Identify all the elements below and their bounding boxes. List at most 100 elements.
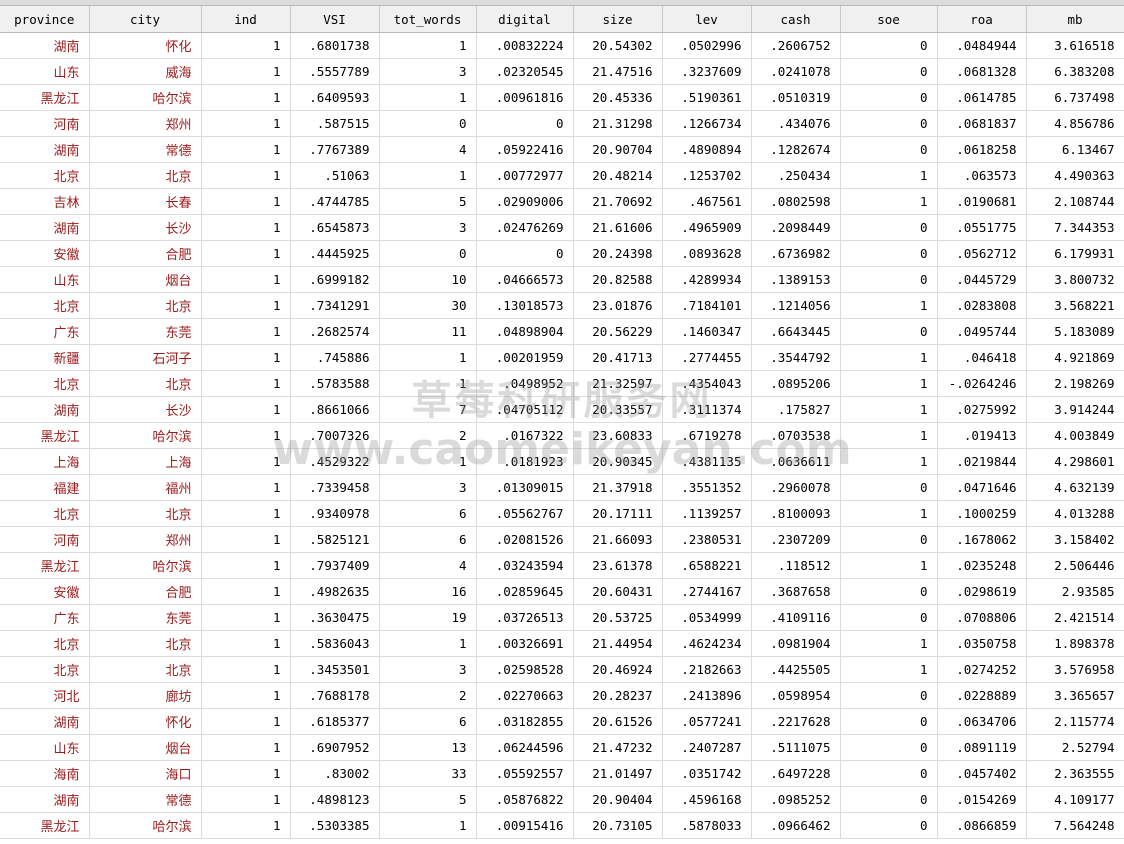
cell-lev[interactable]: .0534999 [662,604,752,631]
cell-cash[interactable]: .1389153 [751,266,841,293]
cell-tot_words[interactable]: 5 [379,188,477,215]
cell-mb[interactable]: 4.490363 [1026,162,1124,189]
cell-mb[interactable]: 6.383208 [1026,58,1124,85]
cell-province[interactable]: 新疆 [0,344,90,371]
cell-ind[interactable]: 1 [201,630,291,657]
cell-tot_words[interactable]: 3 [379,474,477,501]
cell-digital[interactable]: .00772977 [476,162,574,189]
table-row[interactable]: 上海 上海 1.4529322 1.0181923 20.90345.4381135.0… [0,448,1124,475]
cell-mb[interactable]: 5.183089 [1026,318,1124,345]
cell-city[interactable]: 合肥 [89,240,202,267]
cell-lev[interactable]: .2774455 [662,344,752,371]
cell-city[interactable]: 东莞 [89,318,202,345]
cell-cash[interactable]: .6497228 [751,760,841,787]
cell-soe[interactable]: 0 [840,682,938,709]
cell-vsi[interactable]: .5783588 [290,370,380,397]
cell-soe[interactable]: 0 [840,786,938,813]
cell-city[interactable]: 合肥 [89,578,202,605]
column-header-size[interactable]: size [573,6,663,33]
cell-city[interactable]: 哈尔滨 [89,812,202,839]
cell-size[interactable]: 20.90404 [573,786,663,813]
cell-province[interactable]: 黑龙江 [0,422,90,449]
cell-soe[interactable]: 1 [840,162,938,189]
cell-digital[interactable]: 0 [476,240,574,267]
cell-province[interactable]: 吉林 [0,188,90,215]
cell-tot_words[interactable]: 6 [379,526,477,553]
cell-soe[interactable]: 1 [840,656,938,683]
cell-province[interactable]: 河北 [0,682,90,709]
cell-province[interactable]: 黑龙江 [0,812,90,839]
cell-roa[interactable]: .0562712 [937,240,1027,267]
cell-vsi[interactable]: .4445925 [290,240,380,267]
cell-size[interactable]: 21.47516 [573,58,663,85]
cell-vsi[interactable]: .83002 [290,760,380,787]
cell-cash[interactable]: .250434 [751,162,841,189]
cell-ind[interactable]: 1 [201,760,291,787]
table-row[interactable]: 湖南 怀化 1.6801738 1.00832224 20.54302.0502996.… [0,32,1124,59]
cell-mb[interactable]: 2.363555 [1026,760,1124,787]
cell-vsi[interactable]: .3630475 [290,604,380,631]
cell-digital[interactable]: .06244596 [476,734,574,761]
cell-ind[interactable]: 1 [201,162,291,189]
cell-province[interactable]: 山东 [0,58,90,85]
cell-soe[interactable]: 0 [840,110,938,137]
cell-cash[interactable]: .4425505 [751,656,841,683]
cell-mb[interactable]: 2.421514 [1026,604,1124,631]
cell-ind[interactable]: 1 [201,604,291,631]
cell-mb[interactable]: 3.568221 [1026,292,1124,319]
cell-lev[interactable]: .2380531 [662,526,752,553]
cell-city[interactable]: 哈尔滨 [89,552,202,579]
cell-soe[interactable]: 0 [840,578,938,605]
cell-province[interactable]: 湖南 [0,136,90,163]
cell-lev[interactable]: .4624234 [662,630,752,657]
table-row[interactable]: 湖南 怀化 1.6185377 6.03182855 20.61526.0577241.… [0,708,1124,735]
cell-ind[interactable]: 1 [201,578,291,605]
cell-vsi[interactable]: .4529322 [290,448,380,475]
column-header-soe[interactable]: soe [840,6,938,33]
cell-city[interactable]: 北京 [89,630,202,657]
cell-size[interactable]: 20.54302 [573,32,663,59]
cell-mb[interactable]: 4.003849 [1026,422,1124,449]
cell-mb[interactable]: 3.914244 [1026,396,1124,423]
cell-tot_words[interactable]: 4 [379,552,477,579]
cell-city[interactable]: 怀化 [89,708,202,735]
cell-city[interactable]: 北京 [89,162,202,189]
cell-lev[interactable]: .1460347 [662,318,752,345]
table-row[interactable]: 北京 北京 1.5836043 1.00326691 21.44954.4624234.… [0,630,1124,657]
cell-lev[interactable]: .0577241 [662,708,752,735]
cell-size[interactable]: 20.24398 [573,240,663,267]
cell-vsi[interactable]: .3453501 [290,656,380,683]
cell-lev[interactable]: .1253702 [662,162,752,189]
cell-soe[interactable]: 0 [840,526,938,553]
cell-city[interactable]: 郑州 [89,110,202,137]
column-header-ind[interactable]: ind [201,6,291,33]
cell-ind[interactable]: 1 [201,786,291,813]
cell-digital[interactable]: .02909006 [476,188,574,215]
cell-mb[interactable]: 4.856786 [1026,110,1124,137]
cell-province[interactable]: 北京 [0,500,90,527]
cell-lev[interactable]: .5878033 [662,812,752,839]
cell-province[interactable]: 河南 [0,526,90,553]
cell-ind[interactable]: 1 [201,656,291,683]
cell-tot_words[interactable]: 33 [379,760,477,787]
cell-ind[interactable]: 1 [201,526,291,553]
cell-city[interactable]: 福州 [89,474,202,501]
cell-province[interactable]: 北京 [0,162,90,189]
cell-vsi[interactable]: .6801738 [290,32,380,59]
cell-ind[interactable]: 1 [201,32,291,59]
cell-tot_words[interactable]: 1 [379,162,477,189]
cell-size[interactable]: 20.82588 [573,266,663,293]
cell-tot_words[interactable]: 6 [379,500,477,527]
cell-size[interactable]: 20.90704 [573,136,663,163]
cell-cash[interactable]: .5111075 [751,734,841,761]
cell-city[interactable]: 北京 [89,370,202,397]
cell-province[interactable]: 湖南 [0,32,90,59]
cell-digital[interactable]: .04666573 [476,266,574,293]
cell-mb[interactable]: 4.013288 [1026,500,1124,527]
cell-province[interactable]: 湖南 [0,214,90,241]
cell-soe[interactable]: 0 [840,474,938,501]
cell-province[interactable]: 河南 [0,110,90,137]
cell-soe[interactable]: 0 [840,760,938,787]
cell-province[interactable]: 北京 [0,370,90,397]
cell-mb[interactable]: 2.52794 [1026,734,1124,761]
